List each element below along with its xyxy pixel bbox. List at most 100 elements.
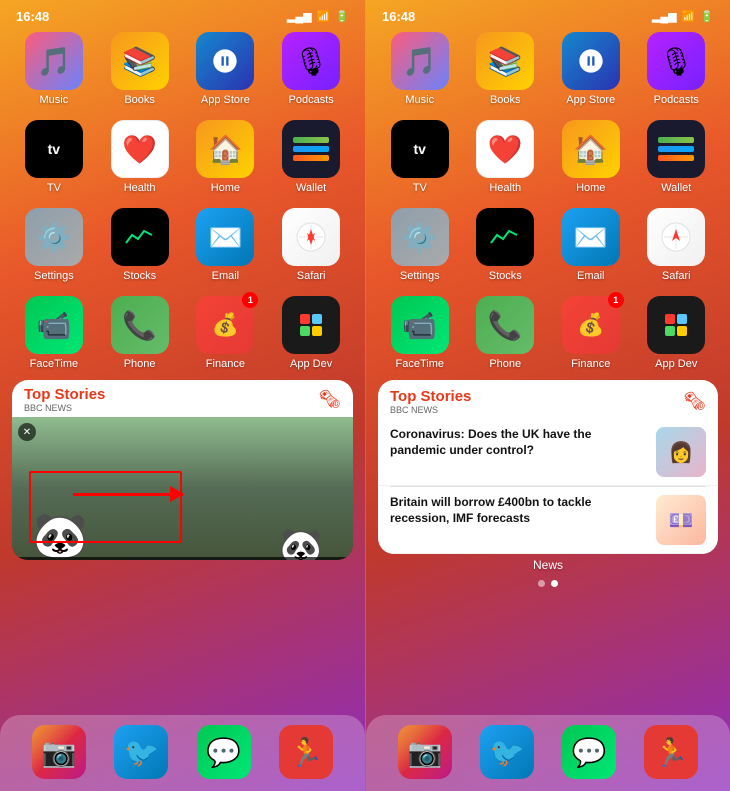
app-appstore-icon-right <box>562 32 620 90</box>
app-phone-icon-left: 📞 <box>111 296 169 354</box>
app-tv-left[interactable]: tv TV <box>18 120 90 194</box>
app-safari-left[interactable]: Safari <box>275 208 347 282</box>
app-safari-label-left: Safari <box>297 270 326 282</box>
app-health-right[interactable]: ❤️ Health <box>470 120 542 194</box>
dot-1 <box>538 580 545 587</box>
dock-instagram-right[interactable]: 📷 <box>398 725 452 779</box>
app-wallet-right[interactable]: Wallet <box>641 120 713 194</box>
app-podcasts-right[interactable]: 🎙 Podcasts <box>641 32 713 106</box>
page-dots-right <box>366 574 730 593</box>
app-settings-left[interactable]: ⚙️ Settings <box>18 208 90 282</box>
app-email-label-left: Email <box>212 270 240 282</box>
app-appstore-icon-left <box>196 32 254 90</box>
app-email-right[interactable]: ✉️ Email <box>555 208 627 282</box>
app-wallet-left[interactable]: Wallet <box>275 120 347 194</box>
app-stocks-icon-right <box>476 208 534 266</box>
news-thumb-2: 💷 <box>656 495 706 545</box>
app-email-icon-left: ✉️ <box>196 208 254 266</box>
app-phone-left[interactable]: 📞 Phone <box>104 296 176 370</box>
dock-twitter-right[interactable]: 🐦 <box>480 725 534 779</box>
app-appdev-left[interactable]: App Dev <box>275 296 347 370</box>
app-stocks-left[interactable]: Stocks <box>104 208 176 282</box>
app-wallet-label-left: Wallet <box>296 182 326 194</box>
app-stocks-label-right: Stocks <box>489 270 522 282</box>
app-appdev-label-left: App Dev <box>290 358 332 370</box>
app-home-label-left: Home <box>211 182 240 194</box>
dock-twitter-left[interactable]: 🐦 <box>114 725 168 779</box>
app-facetime-icon-left: 📹 <box>25 296 83 354</box>
app-settings-icon-right: ⚙️ <box>391 208 449 266</box>
app-facetime-left[interactable]: 📹 FaceTime <box>18 296 90 370</box>
app-finance-label-left: Finance <box>206 358 245 370</box>
signal-icon-right: ▂▄▆ <box>652 10 677 23</box>
app-podcasts-icon-left: 🎙 <box>282 32 340 90</box>
app-music-icon-right: 🎵 <box>391 32 449 90</box>
app-music-left[interactable]: 🎵 Music <box>18 32 90 106</box>
app-grid-right: 🎵 Music 📚 Books App Store 🎙 Podcasts tv … <box>366 28 730 380</box>
app-finance-right[interactable]: 💰 1 Finance <box>555 296 627 370</box>
app-appstore-right[interactable]: App Store <box>555 32 627 106</box>
widget-title-left: Top Stories <box>24 386 105 403</box>
app-email-left[interactable]: ✉️ Email <box>190 208 262 282</box>
news-headline-1: Coronavirus: Does the UK have the pandem… <box>390 427 648 458</box>
app-appstore-label-left: App Store <box>201 94 250 106</box>
app-home-left[interactable]: 🏠 Home <box>190 120 262 194</box>
news-headline-2: Britain will borrow £400bn to tackle rec… <box>390 495 648 526</box>
app-appstore-left[interactable]: App Store <box>190 32 262 106</box>
red-box-highlight <box>29 471 182 543</box>
app-music-right[interactable]: 🎵 Music <box>384 32 456 106</box>
app-facetime-label-left: FaceTime <box>30 358 79 370</box>
news-item-1[interactable]: Coronavirus: Does the UK have the pandem… <box>378 419 718 486</box>
dock-fitness-right[interactable]: 🏃 <box>644 725 698 779</box>
video-controls-left[interactable]: ↺15 ⏸ ↻15 <box>12 557 353 560</box>
app-tv-icon-left: tv <box>25 120 83 178</box>
app-home-right[interactable]: 🏠 Home <box>555 120 627 194</box>
app-safari-right[interactable]: Safari <box>641 208 713 282</box>
app-home-label-right: Home <box>576 182 605 194</box>
app-settings-right[interactable]: ⚙️ Settings <box>384 208 456 282</box>
red-arrow <box>73 493 183 496</box>
app-appdev-icon-left <box>282 296 340 354</box>
app-health-icon-left: ❤️ <box>111 120 169 178</box>
app-books-right[interactable]: 📚 Books <box>470 32 542 106</box>
status-bar-left: 16:48 ▂▄▆ 📶 🔋 <box>0 0 365 28</box>
twitter-icon-right: 🐦 <box>480 725 534 779</box>
app-finance-icon-left: 💰 1 <box>196 296 254 354</box>
app-finance-left[interactable]: 💰 1 Finance <box>190 296 262 370</box>
news-logo-right: 🗞 <box>683 391 706 412</box>
dock-messages-right[interactable]: 💬 <box>562 725 616 779</box>
dock-instagram-left[interactable]: 📷 <box>32 725 86 779</box>
status-icons-right: ▂▄▆ 📶 🔋 <box>652 10 714 23</box>
app-books-icon-right: 📚 <box>476 32 534 90</box>
news-item-2[interactable]: Britain will borrow £400bn to tackle rec… <box>378 487 718 554</box>
messages-icon-left: 💬 <box>197 725 251 779</box>
app-phone-right[interactable]: 📞 Phone <box>470 296 542 370</box>
dock-messages-left[interactable]: 💬 <box>197 725 251 779</box>
app-appdev-right[interactable]: App Dev <box>641 296 713 370</box>
app-tv-right[interactable]: tv TV <box>384 120 456 194</box>
app-phone-label-right: Phone <box>489 358 521 370</box>
app-home-icon-left: 🏠 <box>196 120 254 178</box>
news-widget-right: Top Stories BBC NEWS 🗞 Coronavirus: Does… <box>378 380 718 554</box>
finance-badge-right: 1 <box>608 292 624 308</box>
app-tv-label-left: TV <box>47 182 61 194</box>
app-home-icon-right: 🏠 <box>562 120 620 178</box>
app-phone-icon-right: 📞 <box>476 296 534 354</box>
app-music-icon-left: 🎵 <box>25 32 83 90</box>
dock-fitness-left[interactable]: 🏃 <box>279 725 333 779</box>
panda-right: 🐼 <box>279 526 323 560</box>
dock-left: 📷 🐦 💬 🏃 <box>0 715 365 791</box>
close-button-left[interactable]: ✕ <box>18 423 36 441</box>
app-books-left[interactable]: 📚 Books <box>104 32 176 106</box>
app-health-left[interactable]: ❤️ Health <box>104 120 176 194</box>
app-stocks-right[interactable]: Stocks <box>470 208 542 282</box>
app-books-label-right: Books <box>490 94 521 106</box>
app-facetime-icon-right: 📹 <box>391 296 449 354</box>
battery-icon-right: 🔋 <box>700 10 714 23</box>
app-podcasts-left[interactable]: 🎙 Podcasts <box>275 32 347 106</box>
app-wallet-label-right: Wallet <box>661 182 691 194</box>
app-facetime-right[interactable]: 📹 FaceTime <box>384 296 456 370</box>
app-finance-icon-right: 💰 1 <box>562 296 620 354</box>
app-health-label-left: Health <box>124 182 156 194</box>
app-health-icon-right: ❤️ <box>476 120 534 178</box>
